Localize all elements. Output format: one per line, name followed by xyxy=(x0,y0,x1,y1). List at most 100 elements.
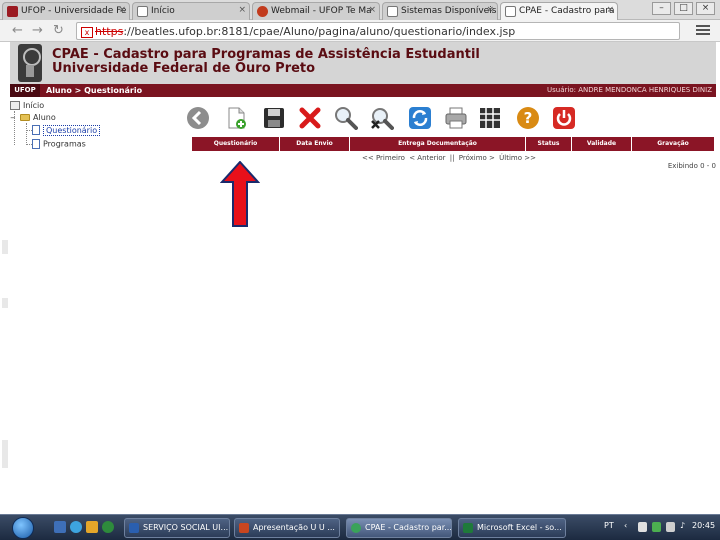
column-header-entrega-documentacao[interactable]: Entrega Documentação xyxy=(350,137,526,151)
close-icon[interactable]: × xyxy=(238,5,246,15)
close-icon[interactable]: × xyxy=(606,5,614,15)
ufop-logo xyxy=(18,44,42,82)
tree-label: Questionário xyxy=(43,124,101,136)
taskbar-button-powerpoint[interactable]: Apresentação U U ... xyxy=(234,518,340,538)
tray-app-icon[interactable] xyxy=(638,522,647,532)
tree-item-questionario[interactable]: Questionário xyxy=(32,124,101,136)
prev-page-link[interactable]: < Anterior xyxy=(409,154,445,162)
page-favicon-icon xyxy=(505,6,516,17)
tab-label: Início xyxy=(151,6,175,16)
institution-name: Universidade Federal de Ouro Preto xyxy=(52,61,316,76)
document-icon xyxy=(32,125,40,135)
reload-icon[interactable]: ↻ xyxy=(53,23,64,38)
page-favicon-icon xyxy=(137,6,148,17)
svg-text:?: ? xyxy=(524,109,533,127)
back-icon[interactable] xyxy=(186,106,210,130)
tab-label: Webmail - UFOP Te Ma xyxy=(271,6,372,16)
ie-icon[interactable] xyxy=(70,521,82,533)
browser-tab-sistemas[interactable]: Sistemas Disponíveis - C × xyxy=(382,2,498,20)
tree-item-programas[interactable]: Programas xyxy=(32,139,86,149)
document-icon xyxy=(32,139,40,149)
windows-taskbar: SERVIÇO SOCIAL UI... Apresentação U U ..… xyxy=(0,514,720,540)
close-icon[interactable]: × xyxy=(368,5,376,15)
user-label: Usuário: ANDRE MENDONCA HENRIQUES DINIZ xyxy=(547,86,712,94)
taskbar-button-word[interactable]: SERVIÇO SOCIAL UI... xyxy=(124,518,230,538)
close-icon[interactable]: × xyxy=(486,5,494,15)
page-favicon-icon xyxy=(387,6,398,17)
browser-tab-ufop[interactable]: UFOP - Universidade Fe × xyxy=(2,2,130,20)
ufop-favicon-icon xyxy=(7,6,18,17)
column-header-validade[interactable]: Validade xyxy=(572,137,632,151)
tray-app-icon[interactable] xyxy=(652,522,661,532)
breadcrumb: Aluno > Questionário xyxy=(46,86,143,95)
explorer-folder-icon[interactable] xyxy=(86,521,98,533)
url-text: ://beatles.ufop.br:8181/cpae/Aluno/pagin… xyxy=(123,25,516,38)
insecure-lock-icon: x xyxy=(81,27,93,38)
save-disk-icon[interactable] xyxy=(262,106,286,130)
forward-arrow-icon[interactable]: → xyxy=(32,23,43,38)
browser-tab-inicio[interactable]: Início × xyxy=(132,2,250,20)
refresh-icon[interactable] xyxy=(408,106,432,130)
pager-separator: || xyxy=(449,154,455,162)
browser-tab-strip: UFOP - Universidade Fe × Início × Webmai… xyxy=(0,0,720,20)
delete-x-icon[interactable] xyxy=(298,106,322,130)
tab-label: UFOP - Universidade Fe xyxy=(21,6,127,16)
taskbar-button-excel[interactable]: Microsoft Excel - so... xyxy=(458,518,566,538)
address-bar[interactable]: x https://beatles.ufop.br:8181/cpae/Aluno… xyxy=(76,22,680,40)
powerpoint-icon xyxy=(239,523,249,533)
folder-icon xyxy=(20,114,30,121)
screen: UFOP - Universidade Fe × Início × Webmai… xyxy=(0,0,720,540)
collapse-minus-icon[interactable]: − xyxy=(10,114,17,122)
new-document-icon[interactable] xyxy=(224,106,248,130)
grid-columns-icon[interactable] xyxy=(478,106,502,130)
taskbar-label: CPAE - Cadastro par... xyxy=(365,523,452,532)
breadcrumb-bar: UFOP Aluno > Questionário Usuário: ANDRE… xyxy=(10,84,716,97)
taskbar-label: Apresentação U U ... xyxy=(253,523,335,532)
grid-header: Questionário Data Envio Entrega Document… xyxy=(192,137,714,151)
background-mark xyxy=(2,440,8,468)
maximize-button[interactable]: □ xyxy=(674,2,693,15)
network-icon[interactable] xyxy=(666,522,675,532)
tree-item-inicio[interactable]: Início xyxy=(10,101,44,110)
browser-tab-webmail[interactable]: Webmail - UFOP Te Ma × xyxy=(252,2,380,20)
column-header-questionario[interactable]: Questionário xyxy=(192,137,280,151)
column-header-gravacao[interactable]: Gravação xyxy=(632,137,714,151)
chrome-menu-icon[interactable] xyxy=(696,23,710,37)
background-mark xyxy=(2,240,8,254)
tray-expand-icon[interactable]: ‹ xyxy=(624,521,627,530)
last-page-link[interactable]: Último >> xyxy=(499,154,536,162)
app-header: CPAE - Cadastro para Programas de Assist… xyxy=(10,42,716,84)
clock[interactable]: 20:45 xyxy=(692,521,715,530)
column-header-status[interactable]: Status xyxy=(526,137,572,151)
webmail-favicon-icon xyxy=(257,6,268,17)
first-page-link[interactable]: << Primeiro xyxy=(362,154,405,162)
background-mark xyxy=(2,298,8,308)
window-close-button[interactable]: × xyxy=(696,2,715,15)
show-desktop-icon[interactable] xyxy=(54,521,66,533)
clear-search-icon[interactable] xyxy=(370,106,394,130)
close-icon[interactable]: × xyxy=(118,5,126,15)
print-icon[interactable] xyxy=(444,106,468,130)
power-exit-icon[interactable] xyxy=(552,106,576,130)
column-header-data-envio[interactable]: Data Envio xyxy=(280,137,350,151)
ufop-badge: UFOP xyxy=(10,84,40,97)
record-count: Exibindo 0 - 0 xyxy=(667,162,716,170)
help-icon[interactable]: ? xyxy=(516,106,540,130)
tree-label: Início xyxy=(23,101,45,110)
language-indicator[interactable]: PT xyxy=(604,521,614,530)
next-page-link[interactable]: Próximo > xyxy=(459,154,495,162)
browser-tab-cpae[interactable]: CPAE - Cadastro para P × xyxy=(500,2,618,20)
tree-connector xyxy=(26,123,27,145)
volume-icon[interactable]: ♪ xyxy=(680,521,685,530)
chrome-icon[interactable] xyxy=(102,521,114,533)
start-button[interactable] xyxy=(12,517,34,539)
minimize-button[interactable]: – xyxy=(652,2,671,15)
back-arrow-icon[interactable]: ← xyxy=(12,23,23,38)
tree-item-aluno[interactable]: − Aluno xyxy=(10,113,56,122)
search-magnifier-icon[interactable] xyxy=(334,106,358,130)
word-icon xyxy=(129,523,139,533)
home-page-icon xyxy=(10,101,20,110)
taskbar-button-chrome[interactable]: CPAE - Cadastro par... xyxy=(346,518,452,538)
annotation-up-arrow-icon xyxy=(220,161,260,227)
excel-icon xyxy=(463,523,473,533)
